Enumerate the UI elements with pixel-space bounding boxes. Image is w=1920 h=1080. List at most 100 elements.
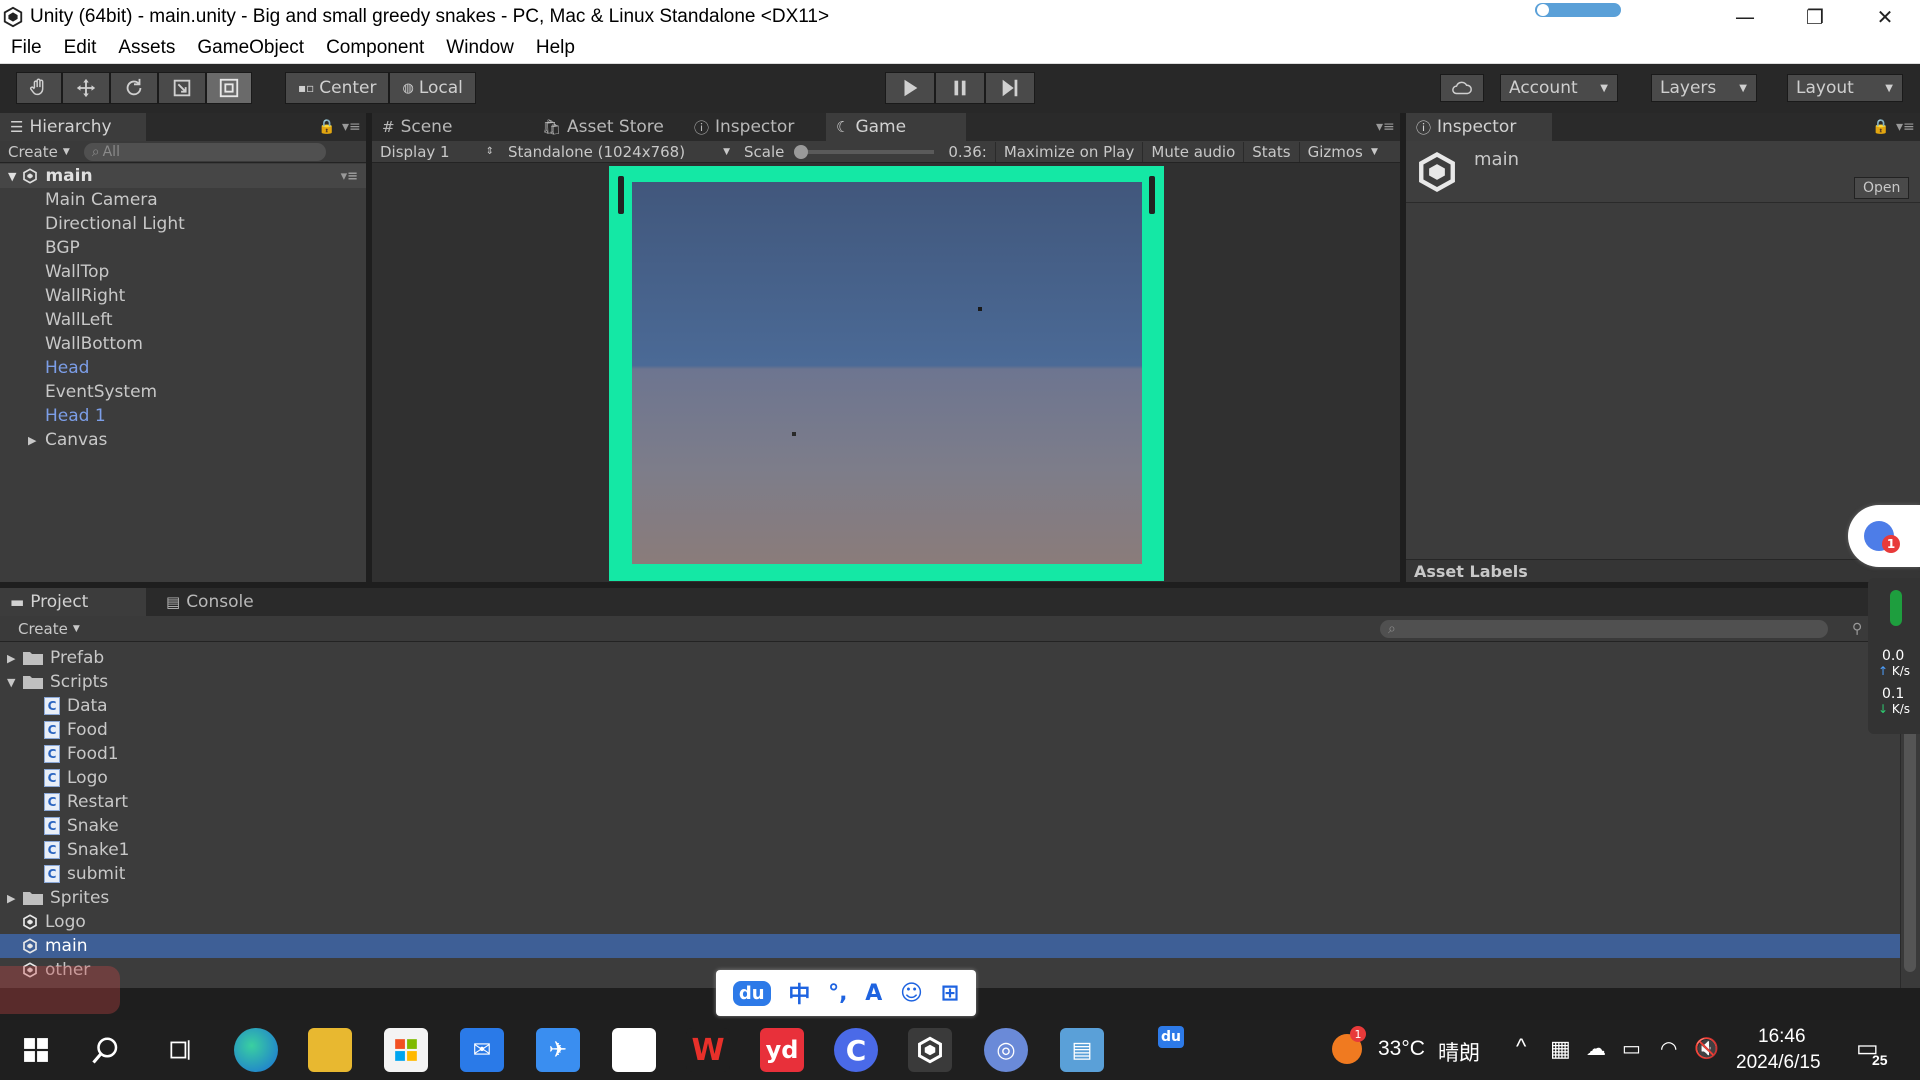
menu-gameobject[interactable]: GameObject [186, 37, 315, 59]
task-view-button[interactable] [158, 1028, 202, 1072]
ime-skin-icon[interactable]: ☺ [900, 981, 923, 1006]
baidu-tray-icon[interactable]: du [1158, 1026, 1184, 1048]
scale-slider[interactable] [794, 144, 935, 159]
scale-tool-button[interactable] [158, 72, 206, 104]
project-item[interactable]: C Snake [0, 814, 1900, 838]
tray-app-icon[interactable]: ▦ [1550, 1036, 1571, 1062]
menu-assets[interactable]: Assets [107, 37, 186, 59]
expand-arrow-icon[interactable]: ▶ [28, 434, 36, 447]
project-create-button[interactable]: Create ▼ [10, 619, 88, 639]
filter-by-type-icon[interactable]: ⚲ [1852, 621, 1862, 637]
baidu-ime-logo-icon[interactable]: du [732, 980, 771, 1006]
menu-help[interactable]: Help [525, 37, 586, 59]
tab-game[interactable]: ☾ Game [826, 113, 966, 141]
hierarchy-item[interactable]: BGP [0, 236, 366, 260]
hierarchy-item[interactable]: Head 1 [0, 404, 366, 428]
lock-icon[interactable]: 🔒 [1872, 119, 1889, 135]
project-item[interactable]: C Logo [0, 766, 1900, 790]
youdao-dict-icon[interactable]: yd [760, 1028, 804, 1072]
project-item[interactable]: C Food [0, 718, 1900, 742]
ime-punct-toggle[interactable]: °, [828, 981, 847, 1006]
expand-arrow-icon[interactable]: ▼ [7, 676, 15, 689]
play-button[interactable] [885, 72, 935, 104]
mail-icon[interactable]: ✉ [460, 1028, 504, 1072]
tab-project[interactable]: ▬ Project [0, 588, 146, 616]
menu-file[interactable]: File [0, 37, 53, 59]
hierarchy-item[interactable]: WallRight [0, 284, 366, 308]
feishu-icon[interactable]: ✈ [536, 1028, 580, 1072]
resolution-dropdown[interactable]: Standalone (1024x768) ▼ [500, 142, 736, 162]
hierarchy-item[interactable]: WallLeft [0, 308, 366, 332]
maximize-button[interactable]: ❐ [1780, 0, 1850, 33]
minimize-button[interactable]: — [1710, 0, 1780, 33]
game-viewport[interactable] [632, 182, 1142, 564]
weather-text[interactable]: 晴朗 [1438, 1037, 1480, 1067]
panel-menu-icon[interactable]: ▾≡ [342, 119, 361, 135]
hierarchy-item[interactable]: Main Camera [0, 188, 366, 212]
hierarchy-search-input[interactable]: ⌕ All [83, 142, 326, 161]
screen-tool-overlay[interactable] [0, 966, 120, 1014]
hierarchy-item[interactable]: EventSystem [0, 380, 366, 404]
hierarchy-item[interactable]: ▶ Canvas [0, 428, 366, 452]
mute-audio-toggle[interactable]: Mute audio [1142, 141, 1243, 162]
close-button[interactable]: ✕ [1850, 0, 1920, 33]
wps-office-icon[interactable]: W [686, 1028, 730, 1072]
edge-browser-icon[interactable] [234, 1028, 278, 1072]
lock-icon[interactable]: 🔒 [318, 119, 335, 135]
project-item[interactable]: C Food1 [0, 742, 1900, 766]
asset-labels-header[interactable]: Asset Labels [1406, 559, 1920, 582]
project-search-input[interactable]: ⌕ [1380, 619, 1828, 638]
hierarchy-item[interactable]: Head [0, 356, 366, 380]
hierarchy-item[interactable]: Directional Light [0, 212, 366, 236]
file-explorer-icon[interactable] [308, 1028, 352, 1072]
layout-dropdown[interactable]: Layout ▼ [1787, 74, 1903, 102]
project-item[interactable]: ▼ Scripts [0, 670, 1900, 694]
scale-slider-thumb[interactable] [794, 144, 809, 159]
tab-inspector-center[interactable]: ⓘ Inspector [684, 113, 824, 141]
rect-tool-button[interactable] [206, 72, 252, 104]
tab-inspector[interactable]: ⓘ Inspector [1406, 113, 1552, 141]
onedrive-cloud-icon[interactable]: ☁ [1586, 1036, 1606, 1061]
panel-menu-icon[interactable]: ▾≡ [1376, 119, 1395, 135]
project-item[interactable]: Logo [0, 910, 1900, 934]
app-swirl-icon[interactable]: ◎ [984, 1028, 1028, 1072]
expand-arrow-icon[interactable]: ▼ [8, 170, 16, 183]
open-button[interactable]: Open [1854, 177, 1910, 199]
scene-menu-icon[interactable]: ▾≡ [341, 169, 358, 184]
hand-tool-button[interactable] [16, 72, 62, 104]
menu-component[interactable]: Component [315, 37, 435, 59]
maximize-on-play-toggle[interactable]: Maximize on Play [994, 141, 1143, 162]
project-item[interactable]: Csubmit [0, 862, 1900, 886]
menu-edit[interactable]: Edit [53, 37, 108, 59]
volume-mute-icon[interactable]: 🔇 [1694, 1036, 1719, 1061]
notepad-icon[interactable] [612, 1028, 656, 1072]
project-item[interactable]: C Data [0, 694, 1900, 718]
project-item[interactable]: ▶ Sprites [0, 886, 1900, 910]
pivot-center-button[interactable]: ▪▫ Center [285, 72, 390, 104]
browser-c-icon[interactable]: C [834, 1028, 878, 1072]
ime-font-icon[interactable]: A [865, 981, 882, 1006]
unity-taskbar-icon[interactable] [908, 1028, 952, 1072]
project-item[interactable]: C Snake1 [0, 838, 1900, 862]
step-button[interactable] [985, 72, 1035, 104]
tab-scene[interactable]: # Scene [372, 113, 512, 141]
tab-hierarchy[interactable]: ☰ Hierarchy [0, 113, 146, 141]
microsoft-store-icon[interactable] [384, 1028, 428, 1072]
expand-arrow-icon[interactable]: ▶ [7, 652, 15, 665]
hierarchy-create-button[interactable]: Create ▼ [0, 142, 78, 162]
pause-button[interactable] [935, 72, 985, 104]
layers-dropdown[interactable]: Layers ▼ [1651, 74, 1757, 102]
ime-mode-toggle[interactable]: 中 [788, 977, 810, 1009]
project-item[interactable]: ▶ Prefab [0, 646, 1900, 670]
tab-console[interactable]: ▤ Console [156, 588, 296, 616]
ime-grid-icon[interactable]: ⊞ [941, 981, 959, 1006]
hierarchy-item[interactable]: WallBottom [0, 332, 366, 356]
display-dropdown[interactable]: Display 1 ⇕ [372, 142, 500, 162]
move-tool-button[interactable] [62, 72, 110, 104]
brightness-slider[interactable] [1535, 3, 1621, 17]
search-button[interactable] [84, 1028, 128, 1072]
tray-overflow-icon[interactable]: ^ [1516, 1034, 1526, 1060]
tab-asset-store[interactable]: 🛍 Asset Store [532, 113, 682, 141]
hierarchy-item[interactable]: WallTop [0, 260, 366, 284]
menu-window[interactable]: Window [435, 37, 525, 59]
